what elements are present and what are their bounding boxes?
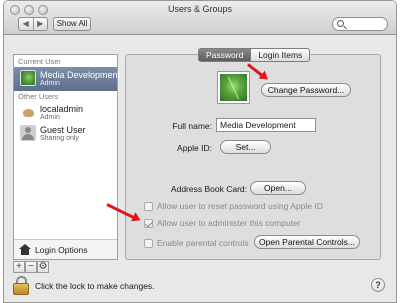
change-password-button[interactable]: Change Password...	[261, 83, 351, 97]
remove-user-button[interactable]: −	[25, 261, 37, 273]
user-picture[interactable]	[218, 72, 249, 103]
house-icon	[19, 244, 31, 255]
forward-button[interactable]: ▶	[34, 18, 48, 30]
administer-computer-checkbox[interactable]: Allow user to administer this computer	[144, 217, 301, 229]
window-title: Users & Groups	[167, 4, 233, 14]
guest-avatar-icon	[20, 125, 36, 141]
reset-password-apple-id-checkbox[interactable]: Allow user to reset password using Apple…	[144, 200, 323, 212]
lock-message: Click the lock to make changes.	[35, 281, 155, 291]
user-name: localadmin	[40, 104, 84, 114]
checkbox-box[interactable]	[144, 218, 153, 228]
leaf-avatar-icon	[20, 70, 36, 86]
users-sidebar: Current User Media Development Admin Oth…	[13, 54, 121, 260]
sidebar-action-buttons: + − ⚙	[13, 261, 49, 275]
search-icon	[337, 20, 344, 27]
user-role: Admin	[40, 114, 60, 121]
show-all-button[interactable]: Show All	[53, 17, 91, 31]
apple-id-label: Apple ID:	[177, 143, 212, 153]
action-gear-button[interactable]: ⚙	[37, 261, 49, 273]
bird-avatar-icon	[20, 104, 36, 120]
address-book-card-label: Address Book Card:	[170, 184, 247, 194]
tab-login-items[interactable]: Login Items	[251, 48, 311, 62]
user-row-guest[interactable]: Guest User Sharing only	[14, 122, 117, 146]
user-name: Media Development	[40, 70, 121, 80]
user-role: Sharing only	[40, 135, 79, 142]
users-groups-window: Users & Groups ◀ ▶ Show All Current User…	[3, 0, 397, 303]
checkbox-box[interactable]	[144, 238, 153, 248]
lock-icon[interactable]	[13, 276, 29, 295]
help-button[interactable]: ?	[371, 278, 385, 292]
login-options-item[interactable]: Login Options	[14, 239, 117, 259]
login-options-label: Login Options	[35, 245, 88, 255]
tab-bar: Password Login Items	[198, 48, 311, 62]
checkbox-label: Allow user to administer this computer	[157, 218, 301, 228]
window-toolbar: Users & Groups ◀ ▶ Show All	[4, 1, 396, 35]
checkbox-label: Enable parental controls	[157, 238, 249, 248]
parental-controls-checkbox[interactable]: Enable parental controls	[144, 237, 249, 249]
back-forward-control: ◀ ▶	[18, 17, 48, 31]
search-field[interactable]	[332, 17, 388, 31]
user-name: Guest User	[40, 125, 86, 135]
add-user-button[interactable]: +	[13, 261, 25, 273]
checkbox-label: Allow user to reset password using Apple…	[157, 201, 323, 211]
full-name-field[interactable]: Media Development	[216, 118, 316, 132]
other-users-heading: Other Users	[18, 92, 59, 101]
open-address-book-button[interactable]: Open...	[250, 181, 306, 195]
back-button[interactable]: ◀	[19, 18, 34, 30]
checkbox-box[interactable]	[144, 201, 153, 211]
tab-password[interactable]: Password	[198, 48, 252, 62]
user-role: Admin	[40, 80, 60, 87]
user-row-media-development[interactable]: Media Development Admin	[14, 67, 121, 91]
open-parental-controls-button[interactable]: Open Parental Controls...	[254, 235, 360, 249]
set-apple-id-button[interactable]: Set...	[220, 140, 271, 154]
full-name-label: Full name:	[172, 121, 212, 131]
current-user-heading: Current User	[18, 57, 61, 66]
